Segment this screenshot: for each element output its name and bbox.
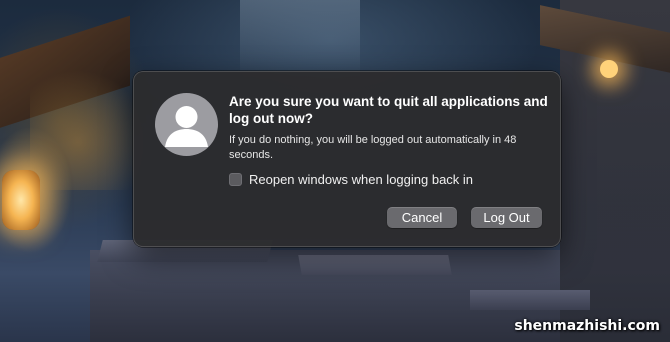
avatar-graphic (165, 106, 208, 147)
dialog-message: If you do nothing, you will be logged ou… (229, 134, 517, 161)
reopen-windows-label[interactable]: Reopen windows when logging back in (249, 172, 473, 187)
cancel-button[interactable]: Cancel (387, 207, 457, 228)
wallpaper-lantern (2, 170, 40, 230)
user-silhouette-icon (155, 93, 218, 156)
reopen-windows-checkbox[interactable] (229, 172, 242, 186)
log-out-button[interactable]: Log Out (471, 207, 542, 228)
wallpaper-foliage (30, 70, 150, 190)
desktop-wallpaper: Are you sure you want to quit all applic… (0, 0, 670, 342)
dialog-title: Are you sure you want to quit all applic… (229, 94, 548, 126)
wallpaper-roof-bottom (470, 290, 590, 310)
wallpaper-waterfall (240, 0, 360, 80)
wallpaper-lamp (600, 60, 618, 78)
reopen-windows-option[interactable]: Reopen windows when logging back in (229, 171, 473, 187)
site-watermark: shenmazhishi.com (514, 318, 660, 334)
logout-confirmation-dialog: Are you sure you want to quit all applic… (133, 71, 561, 247)
wallpaper-roof-bottom (298, 255, 452, 275)
